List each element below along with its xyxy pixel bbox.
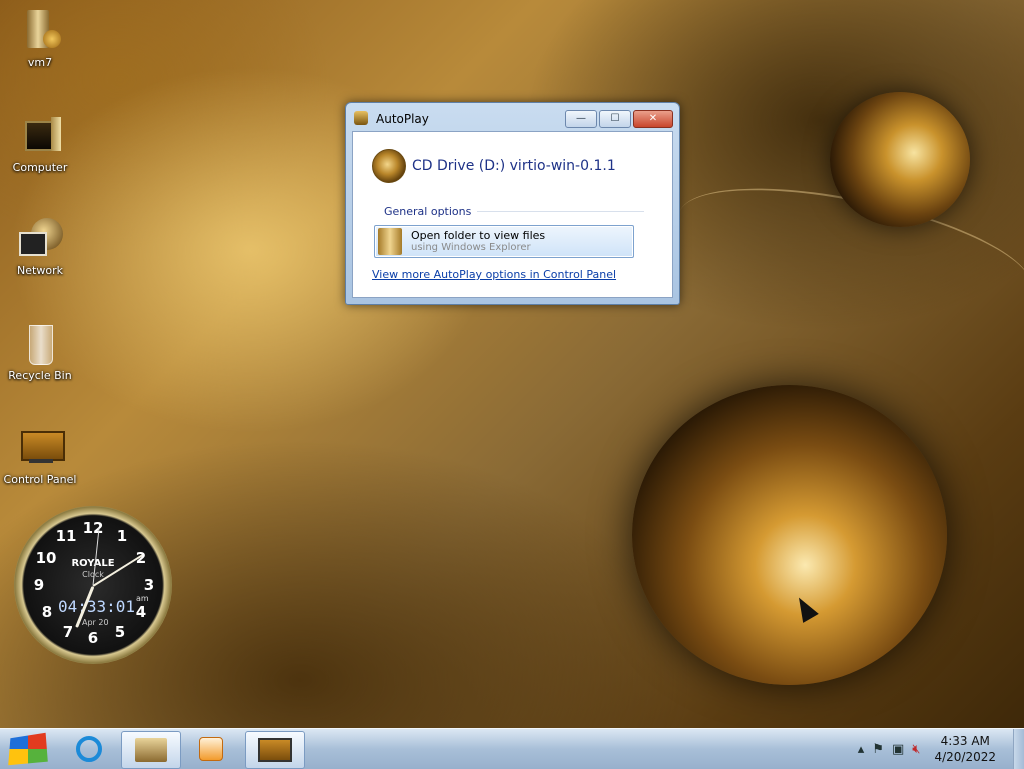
minimize-button[interactable]: — (565, 110, 597, 128)
recycle-bin-icon (17, 321, 63, 367)
clock-numeral: 8 (41, 603, 53, 621)
show-desktop-button[interactable] (1013, 729, 1024, 769)
control-panel-icon (17, 425, 65, 471)
clock-gadget[interactable]: 12 1 2 3 4 5 6 7 8 9 10 11 ROYALE Clock … (14, 506, 172, 664)
internet-explorer-icon (76, 736, 102, 762)
clock-date: Apr 20 (82, 618, 109, 627)
autoplay-titlebar[interactable]: AutoPlay — ☐ ✕ (346, 103, 679, 131)
system-tray: ▴ ⚑ ▣ 🔇︎ 4:33 AM 4/20/2022 (854, 729, 1014, 769)
wallpaper-sphere-small (830, 92, 970, 227)
option-subtitle: using Windows Explorer (411, 242, 531, 253)
desktop-icon-computer[interactable]: Computer (0, 113, 80, 174)
clock-numeral: 9 (33, 576, 45, 594)
show-hidden-icons-icon[interactable]: ▴ (858, 742, 865, 757)
computer-icon (17, 113, 63, 159)
taskbar-media-player[interactable] (182, 731, 240, 767)
taskbar-date: 4/20/2022 (934, 750, 996, 764)
drive-label: CD Drive (D:) virtio-win-0.1.1 (412, 158, 616, 174)
option-title: Open folder to view files (411, 229, 546, 242)
close-button[interactable]: ✕ (633, 110, 673, 128)
wallpaper-sphere-large (632, 385, 947, 685)
desktop-icon-label: Recycle Bin (8, 369, 72, 382)
digital-time: 04:33:01 (58, 597, 136, 616)
volume-muted-icon[interactable]: 🔇︎ (912, 742, 920, 757)
network-icon (17, 216, 63, 262)
library-folder-icon (135, 738, 167, 762)
autoplay-icon (354, 111, 368, 125)
taskbar-libraries[interactable] (121, 731, 181, 769)
clock-ampm: am (136, 594, 149, 603)
clock-numeral: 12 (82, 519, 104, 537)
cd-drive-icon (372, 149, 406, 183)
window-title: AutoPlay (376, 112, 429, 126)
autoplay-content: CD Drive (D:) virtio-win-0.1.1 General o… (352, 131, 673, 298)
desktop-icon-label: Control Panel (3, 473, 77, 486)
taskbar-time: 4:33 AM (940, 734, 990, 748)
section-divider (477, 211, 644, 212)
taskbar-control-panel[interactable] (245, 731, 305, 769)
clock-numeral: 3 (143, 576, 155, 594)
autoplay-window: AutoPlay — ☐ ✕ CD Drive (D:) virtio-win-… (345, 102, 680, 305)
open-folder-option[interactable]: Open folder to view files using Windows … (374, 225, 634, 258)
start-button[interactable] (0, 729, 56, 769)
media-player-icon (199, 737, 223, 761)
desktop-icon-label: vm7 (27, 56, 53, 69)
desktop-icon-network[interactable]: Network (0, 216, 80, 277)
clock-numeral: 10 (35, 549, 57, 567)
clock-brand: ROYALE (71, 558, 115, 569)
desktop-icon-recycle-bin[interactable]: Recycle Bin (0, 321, 80, 382)
windows-explorer-icon (378, 228, 402, 255)
clock-numeral: 4 (135, 603, 147, 621)
clock-numeral: 11 (55, 527, 77, 545)
clock-numeral: 7 (62, 623, 74, 641)
control-panel-icon (258, 738, 292, 762)
windows-logo-icon (8, 732, 48, 766)
desktop-icon-control-panel[interactable]: Control Panel (0, 425, 80, 486)
taskbar-clock[interactable]: 4:33 AM 4/20/2022 (934, 733, 996, 765)
taskbar-internet-explorer[interactable] (60, 731, 118, 767)
desktop-icon-label: Network (17, 264, 63, 277)
clock-numeral: 6 (87, 629, 99, 647)
desktop-icon-label: Computer (12, 161, 68, 174)
clock-numeral: 1 (116, 527, 128, 545)
taskbar: ▴ ⚑ ▣ 🔇︎ 4:33 AM 4/20/2022 (0, 728, 1024, 769)
control-panel-link[interactable]: View more AutoPlay options in Control Pa… (372, 268, 616, 281)
network-icon[interactable]: ▣ (892, 742, 904, 757)
desktop-icon-vm7[interactable]: vm7 (0, 8, 80, 69)
clock-numeral: 5 (114, 623, 126, 641)
user-folder-icon (17, 8, 63, 54)
maximize-button[interactable]: ☐ (599, 110, 631, 128)
section-heading: General options (384, 205, 472, 218)
action-center-flag-icon[interactable]: ⚑ (872, 742, 884, 757)
